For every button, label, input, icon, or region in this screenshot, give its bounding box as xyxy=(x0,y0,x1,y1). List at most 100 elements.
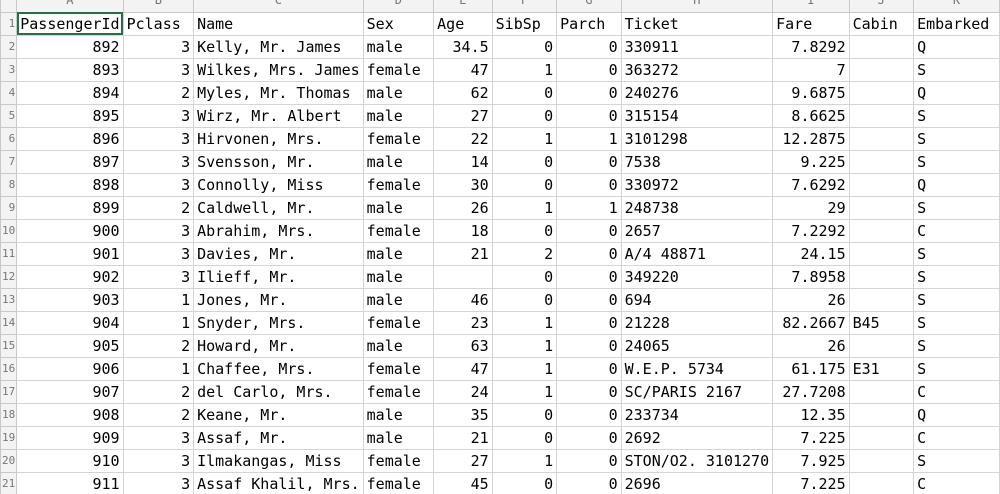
cell[interactable]: 3 xyxy=(122,34,195,59)
cell[interactable]: 47 xyxy=(433,356,493,381)
row-header[interactable]: 3 xyxy=(0,57,18,82)
cell[interactable]: female xyxy=(362,448,435,473)
cell[interactable]: 30 xyxy=(433,172,493,197)
column-header[interactable]: K xyxy=(913,0,1000,13)
row-header[interactable]: 4 xyxy=(0,80,18,105)
cell[interactable]: 2 xyxy=(122,379,195,404)
cell[interactable]: 0 xyxy=(556,57,622,82)
cell[interactable]: 34.5 xyxy=(433,34,493,59)
cell[interactable]: male xyxy=(362,149,435,174)
cell[interactable]: male xyxy=(362,333,435,358)
cell[interactable]: female xyxy=(362,379,435,404)
cell[interactable]: 1 xyxy=(491,448,558,473)
cell[interactable]: 3 xyxy=(122,264,195,289)
cell[interactable]: 3 xyxy=(122,126,195,151)
cell[interactable]: S xyxy=(913,264,1000,289)
cell[interactable]: male xyxy=(362,425,435,450)
cell[interactable]: 21228 xyxy=(620,310,774,335)
cell[interactable]: 904 xyxy=(16,310,124,335)
cell[interactable]: Wilkes, Mrs. James xyxy=(193,57,364,82)
cell[interactable]: female xyxy=(362,126,435,151)
cell[interactable]: 0 xyxy=(556,448,622,473)
cell[interactable]: female xyxy=(362,356,435,381)
cell[interactable]: 0 xyxy=(556,356,622,381)
cell[interactable]: 7 xyxy=(772,57,850,82)
cell[interactable]: 2 xyxy=(122,333,195,358)
cell[interactable]: 7.2292 xyxy=(772,218,850,243)
cell[interactable]: 0 xyxy=(491,264,558,289)
cell[interactable]: 0 xyxy=(491,172,558,197)
cell[interactable] xyxy=(848,402,915,427)
header-cell[interactable]: Age xyxy=(433,11,493,36)
cell[interactable]: 0 xyxy=(491,103,558,128)
cell[interactable] xyxy=(848,218,915,243)
cell[interactable]: 26 xyxy=(433,195,493,220)
cell[interactable] xyxy=(848,126,915,151)
cell[interactable] xyxy=(848,448,915,473)
cell[interactable]: 893 xyxy=(16,57,124,82)
cell[interactable]: 22 xyxy=(433,126,493,151)
cell[interactable]: 908 xyxy=(16,402,124,427)
cell[interactable]: 1 xyxy=(491,379,558,404)
cell[interactable]: 909 xyxy=(16,425,124,450)
cell[interactable]: 2 xyxy=(122,402,195,427)
cell[interactable]: 3 xyxy=(122,149,195,174)
cell[interactable]: 27.7208 xyxy=(772,379,850,404)
cell[interactable]: 46 xyxy=(433,287,493,312)
cell[interactable]: 1 xyxy=(122,356,195,381)
cell[interactable]: S xyxy=(913,287,1000,312)
cell[interactable]: 0 xyxy=(556,172,622,197)
cell[interactable]: 248738 xyxy=(620,195,774,220)
cell[interactable]: 12.2875 xyxy=(772,126,850,151)
cell[interactable]: 0 xyxy=(556,471,622,494)
cell[interactable]: 899 xyxy=(16,195,124,220)
cell[interactable]: Hirvonen, Mrs. xyxy=(193,126,364,151)
cell[interactable]: Kelly, Mr. James xyxy=(193,34,364,59)
cell[interactable]: Ilmakangas, Miss xyxy=(193,448,364,473)
cell[interactable]: B45 xyxy=(848,310,915,335)
cell[interactable]: S xyxy=(913,103,1000,128)
cell[interactable]: C xyxy=(913,379,1000,404)
row-header[interactable]: 14 xyxy=(0,310,18,335)
cell[interactable]: S xyxy=(913,356,1000,381)
cell[interactable] xyxy=(433,264,493,289)
cell[interactable]: Q xyxy=(913,80,1000,105)
cell[interactable]: C xyxy=(913,471,1000,494)
header-cell[interactable]: SibSp xyxy=(491,11,558,36)
cell[interactable]: 26 xyxy=(772,333,850,358)
cell[interactable]: 0 xyxy=(556,80,622,105)
column-header[interactable]: F xyxy=(491,0,558,13)
cell[interactable]: male xyxy=(362,264,435,289)
cell[interactable]: Assaf Khalil, Mrs. xyxy=(193,471,364,494)
cell[interactable]: 1 xyxy=(122,287,195,312)
cell[interactable]: 0 xyxy=(556,287,622,312)
cell[interactable]: 0 xyxy=(556,379,622,404)
cell[interactable]: 26 xyxy=(772,287,850,312)
cell[interactable] xyxy=(848,172,915,197)
cell[interactable]: SC/PARIS 2167 xyxy=(620,379,774,404)
cell[interactable]: 694 xyxy=(620,287,774,312)
cell[interactable]: 3 xyxy=(122,471,195,494)
cell[interactable]: 3 xyxy=(122,218,195,243)
cell[interactable]: 1 xyxy=(491,310,558,335)
cell[interactable]: 0 xyxy=(556,310,622,335)
cell[interactable]: 911 xyxy=(16,471,124,494)
cell[interactable]: E31 xyxy=(848,356,915,381)
cell[interactable]: 349220 xyxy=(620,264,774,289)
cell[interactable]: 895 xyxy=(16,103,124,128)
cell[interactable]: 7.225 xyxy=(772,425,850,450)
cell[interactable]: 0 xyxy=(556,264,622,289)
cell[interactable]: 330972 xyxy=(620,172,774,197)
column-header[interactable]: H xyxy=(620,0,774,13)
spreadsheet-grid[interactable]: ABCDEFGHIJK 1 PassengerId Pclass Name Sex Age… xyxy=(0,0,1000,494)
cell[interactable]: 0 xyxy=(556,333,622,358)
cell[interactable]: 82.2667 xyxy=(772,310,850,335)
cell[interactable]: 27 xyxy=(433,103,493,128)
cell[interactable]: 3 xyxy=(122,172,195,197)
cell[interactable]: Connolly, Miss xyxy=(193,172,364,197)
cell[interactable]: S xyxy=(913,241,1000,266)
cell[interactable]: 1 xyxy=(556,195,622,220)
cell[interactable]: 2696 xyxy=(620,471,774,494)
cell[interactable]: 3101298 xyxy=(620,126,774,151)
row-header[interactable]: 7 xyxy=(0,149,18,174)
